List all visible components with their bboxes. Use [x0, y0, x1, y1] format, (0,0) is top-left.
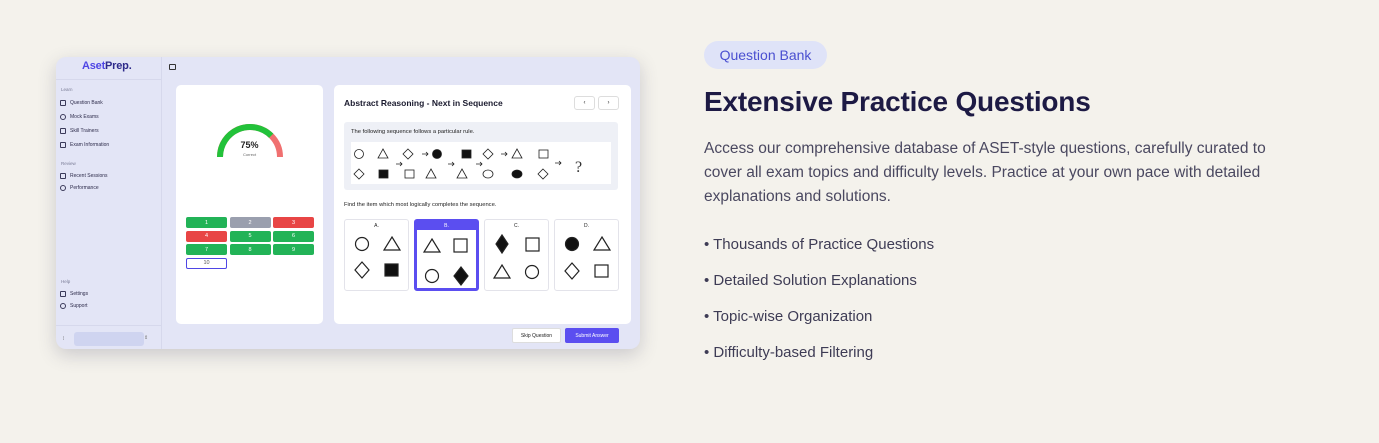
question-nav-cell[interactable]: 7: [186, 244, 227, 255]
instruction-text: Find the item which most logically compl…: [344, 202, 497, 208]
feature-description: Access our comprehensive database of ASE…: [704, 140, 1266, 205]
user-menu-icon: ⁞: [63, 336, 65, 342]
chart-icon: [60, 185, 66, 191]
option-a-figure: [354, 235, 402, 279]
sidebar-item-settings[interactable]: Settings: [60, 291, 88, 297]
sidebar-item-exam-information[interactable]: Exam Information: [60, 142, 109, 148]
feature-item: • Detailed Solution Explanations: [704, 272, 917, 289]
rule-text: The following sequence follows a particu…: [351, 129, 475, 135]
option-b-figure: [422, 237, 469, 286]
svg-text:?: ?: [575, 159, 582, 176]
option-c-figure: [492, 233, 540, 280]
app-screenshot: AsetPrep. Learn Question Bank Mock Exams…: [56, 57, 640, 349]
feature-item: • Topic-wise Organization: [704, 308, 873, 325]
question-nav-cell[interactable]: 2: [229, 217, 271, 228]
history-icon: [60, 173, 66, 179]
feature-item: • Difficulty-based Filtering: [704, 344, 874, 361]
question-nav-cell[interactable]: 10: [186, 257, 227, 269]
open-book-icon: [60, 142, 66, 148]
chevron-right-icon: ›: [607, 100, 610, 106]
answer-option-d[interactable]: D.: [554, 219, 619, 291]
option-d-figure: [564, 235, 612, 280]
question-title: Abstract Reasoning - Next in Sequence: [344, 98, 503, 108]
question-nav-cell[interactable]: 6: [273, 230, 314, 242]
sidebar-section-learn: Learn: [61, 87, 73, 92]
sidebar-item-question-bank[interactable]: Question Bank: [60, 100, 103, 106]
score-card: 75% Correct 1 2 3 4 5 6 7 8 9 10: [176, 85, 323, 324]
answer-option-a[interactable]: A.: [344, 219, 409, 291]
question-nav-cell[interactable]: 1: [186, 217, 227, 228]
question-card: Abstract Reasoning - Next in Sequence ‹ …: [334, 85, 631, 343]
user-menu[interactable]: [74, 332, 144, 346]
answer-option-b[interactable]: B.: [414, 219, 479, 291]
sliders-icon: [60, 291, 66, 297]
next-question-button[interactable]: ›: [598, 96, 619, 110]
answer-option-c[interactable]: C.: [484, 219, 549, 291]
skip-question-button[interactable]: Skip Question: [512, 328, 561, 343]
question-nav-cell[interactable]: 9: [273, 244, 314, 255]
sidebar-item-mock-exams[interactable]: Mock Exams: [60, 114, 99, 120]
sidebar-item-performance[interactable]: Performance: [60, 185, 99, 191]
score-percent: 75%: [240, 140, 259, 150]
chevron-left-icon: ‹: [583, 100, 586, 106]
help-icon: [60, 303, 66, 309]
sidebar-section-help: Help: [61, 279, 71, 284]
sequence-figure: ?: [351, 142, 611, 184]
chevron-updown-icon: ⇕: [144, 335, 149, 341]
sequence-box: The following sequence follows a particu…: [344, 122, 618, 190]
sidebar-item-support[interactable]: Support: [60, 303, 88, 309]
feature-headline: Extensive Practice Questions: [704, 86, 1091, 117]
question-nav-cell[interactable]: 3: [273, 217, 314, 228]
submit-answer-button[interactable]: Submit Answer: [565, 328, 619, 343]
feature-item: • Thousands of Practice Questions: [704, 236, 935, 253]
question-nav-cell[interactable]: 5: [229, 230, 271, 242]
prev-question-button[interactable]: ‹: [574, 96, 595, 110]
section-badge: Question Bank: [704, 41, 827, 69]
question-nav-cell[interactable]: 4: [186, 230, 227, 242]
sidebar-section-review: Review: [61, 161, 76, 166]
book-icon: [60, 100, 66, 106]
question-nav-cell[interactable]: 8: [229, 244, 271, 255]
sidebar: AsetPrep. Learn Question Bank Mock Exams…: [56, 57, 162, 349]
sidebar-toggle-icon[interactable]: [169, 64, 176, 70]
clock-icon: [60, 114, 66, 120]
sidebar-item-skill-trainers[interactable]: Skill Trainers: [60, 128, 99, 134]
score-label: Correct: [242, 152, 257, 157]
shapes-icon: [60, 128, 66, 134]
sidebar-item-recent-sessions[interactable]: Recent Sessions: [60, 173, 108, 179]
question-navigator: 1 2 3 4 5 6 7 8 9 10: [186, 217, 314, 269]
app-logo: AsetPrep.: [82, 60, 132, 72]
